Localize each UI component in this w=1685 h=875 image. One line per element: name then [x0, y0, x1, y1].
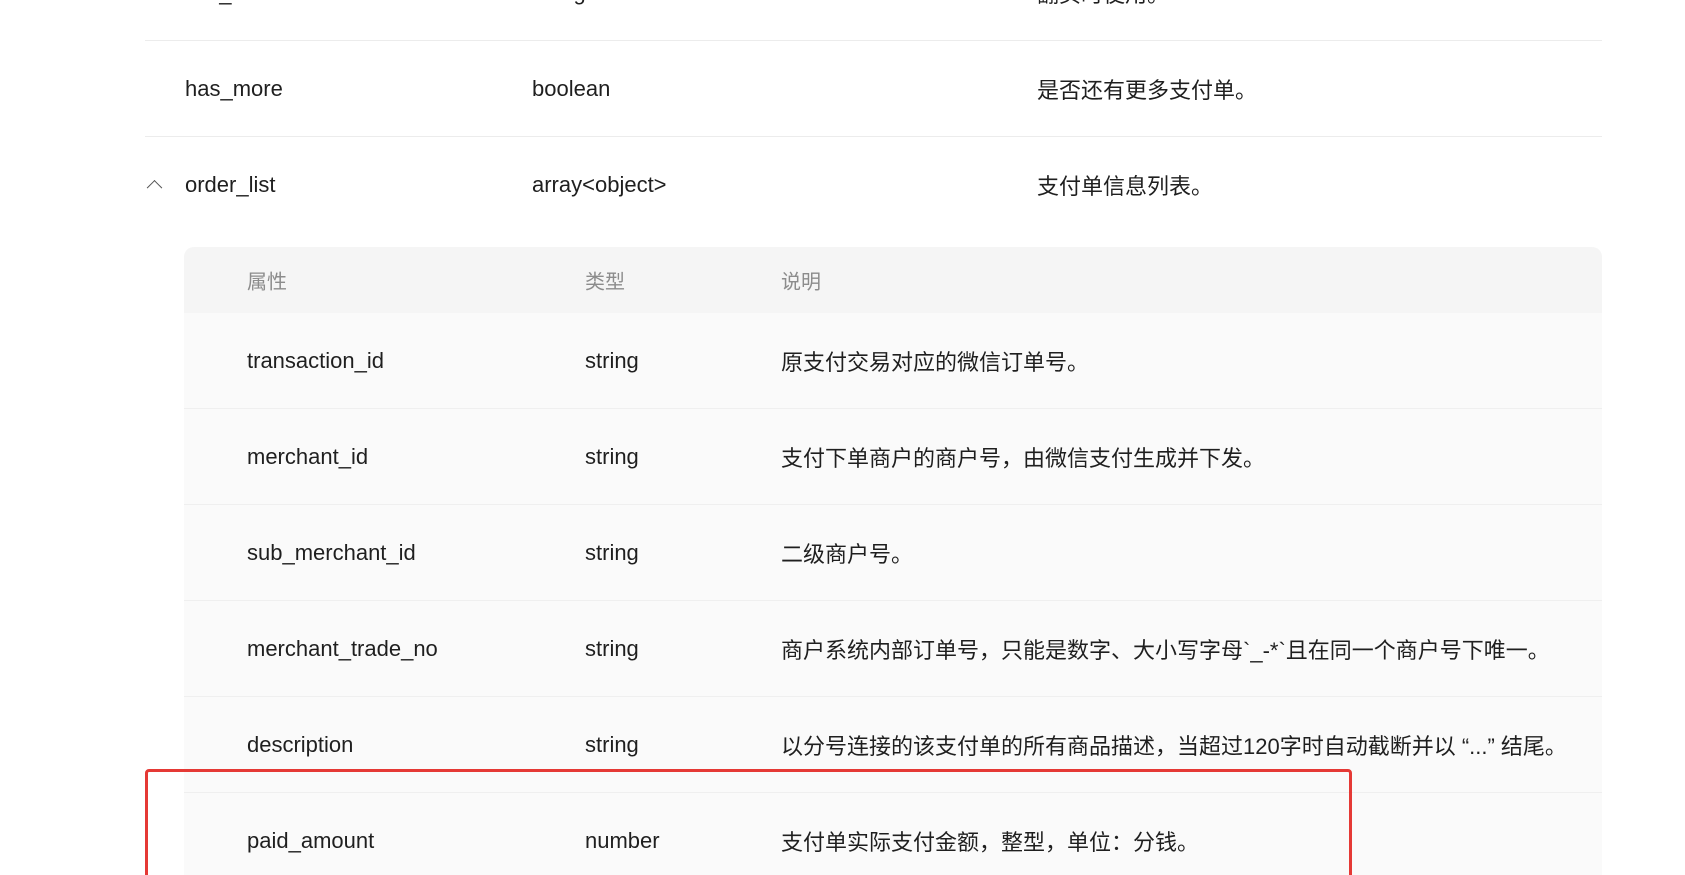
param-name: description	[247, 731, 354, 757]
nested-table: 属性 类型 说明 transaction_id string 原支付交易对应的微…	[184, 247, 1602, 875]
table-row: merchant_trade_no string 商户系统内部订单号，只能是数字…	[184, 601, 1602, 697]
table-row: last_mark string 翻页时使用。	[145, 0, 1602, 41]
param-name: last_mark	[185, 0, 280, 6]
param-desc: 原支付交易对应的微信订单号。	[781, 349, 1090, 375]
param-desc: 支付单实际支付金额，整型，单位：分钱。	[781, 830, 1200, 855]
table-row: transaction_id string 原支付交易对应的微信订单号。	[184, 313, 1602, 409]
table-row: merchant_id string 支付下单商户的商户号，由微信支付生成并下发…	[184, 409, 1602, 505]
param-type: string	[585, 731, 639, 757]
param-name: merchant_trade_no	[247, 635, 438, 661]
param-type: number	[585, 828, 660, 853]
param-desc: 以分号连接的该支付单的所有商品描述，当超过120字时自动截断并以 “...” 结…	[781, 733, 1567, 759]
param-type: boolean	[532, 75, 611, 101]
param-desc: 翻页时使用。	[1037, 0, 1169, 9]
param-desc: 二级商户号。	[781, 541, 914, 567]
header-desc: 说明	[781, 271, 821, 294]
header-type: 类型	[585, 271, 625, 294]
param-type: string	[585, 539, 639, 565]
param-desc: 支付下单商户的商户号，由微信支付生成并下发。	[781, 445, 1266, 471]
table-row: description string 以分号连接的该支付单的所有商品描述，当超过…	[184, 697, 1602, 793]
param-name: transaction_id	[247, 347, 384, 373]
table-row-expandable[interactable]: order_list array<object> 支付单信息列表。	[145, 137, 1602, 233]
param-type: string	[532, 0, 586, 6]
nested-table-header: 属性 类型 说明	[184, 247, 1602, 313]
param-name: sub_merchant_id	[247, 539, 416, 565]
api-doc-page: last_mark string 翻页时使用。 has_more boolean…	[0, 0, 1685, 875]
param-type: string	[585, 635, 639, 661]
param-name: merchant_id	[247, 443, 369, 469]
param-type: string	[585, 347, 639, 373]
param-desc: 支付单信息列表。	[1037, 174, 1214, 199]
chevron-up-icon[interactable]	[146, 179, 163, 196]
table-row: paid_amount number 支付单实际支付金额，整型，单位：分钱。	[184, 793, 1602, 875]
table-row: has_more boolean 是否还有更多支付单。	[145, 41, 1602, 137]
param-desc: 是否还有更多支付单。	[1037, 77, 1258, 103]
header-attr: 属性	[247, 271, 287, 294]
param-name: paid_amount	[247, 828, 375, 853]
param-type: string	[585, 443, 639, 469]
param-type: array<object>	[532, 172, 667, 197]
table-row: sub_merchant_id string 二级商户号。	[184, 505, 1602, 601]
param-name: has_more	[185, 75, 283, 101]
param-name: order_list	[185, 172, 276, 197]
param-desc: 商户系统内部订单号，只能是数字、大小写字母`_-*`且在同一个商户号下唯一。	[781, 637, 1550, 663]
